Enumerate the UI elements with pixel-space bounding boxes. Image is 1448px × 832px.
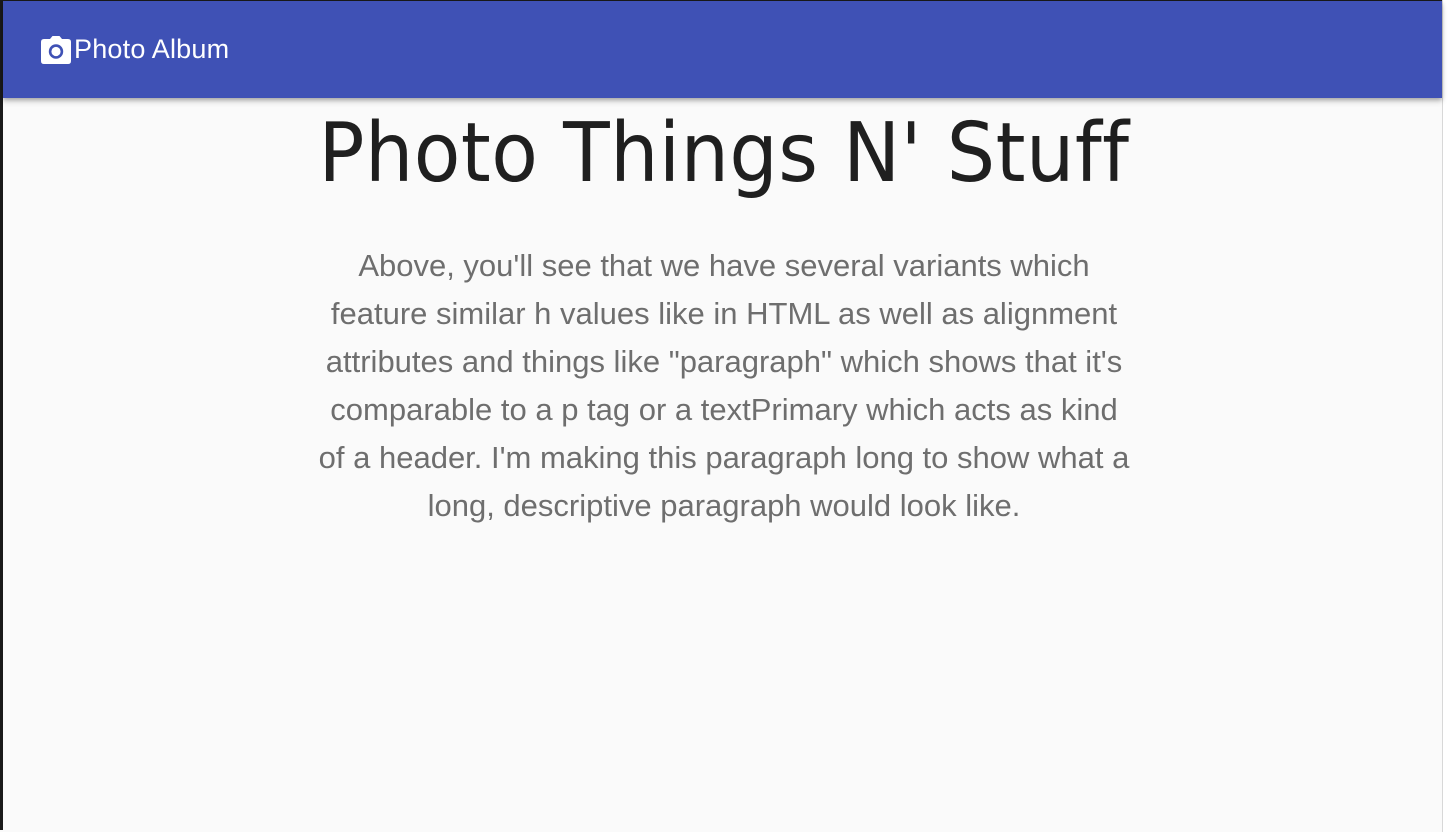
page-heading: Photo Things N' Stuff bbox=[318, 106, 1130, 201]
main-content: Photo Things N' Stuff Above, you'll see … bbox=[0, 98, 1448, 530]
camera-icon bbox=[40, 35, 72, 64]
description-paragraph: Above, you'll see that we have several v… bbox=[318, 248, 1130, 523]
app-bar: Photo Album bbox=[3, 1, 1442, 98]
brand[interactable]: Photo Album bbox=[40, 34, 229, 65]
app-title: Photo Album bbox=[74, 34, 230, 64]
